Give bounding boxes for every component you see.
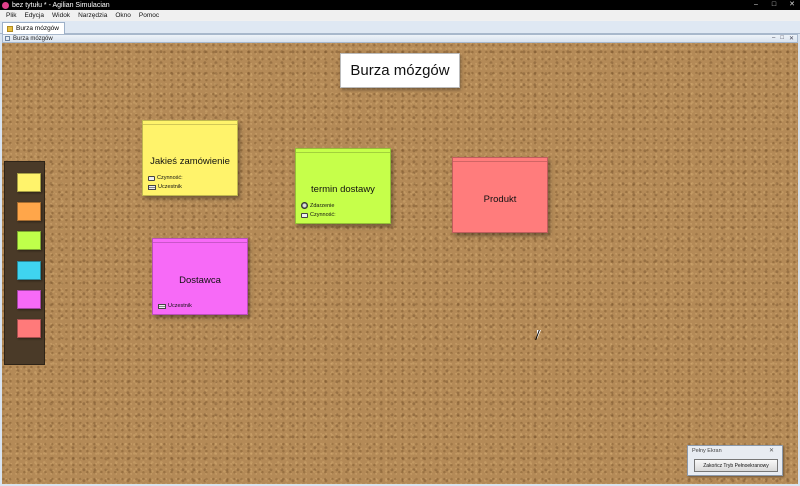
tab-burza-mozgow[interactable]: Burza mózgów (2, 22, 65, 34)
mouse-cursor-icon (537, 330, 545, 339)
document-tab-bar: Burza mózgów (0, 21, 800, 34)
swatch-cyan[interactable] (17, 261, 41, 280)
note-row-label: Uczestnik (168, 303, 192, 309)
diagram-frame-header: Burza mózgów – □ ✕ (2, 34, 798, 43)
note-strip (296, 149, 390, 153)
note-strip (453, 158, 547, 162)
note-color-palette (4, 161, 45, 365)
menu-widok[interactable]: Widok (52, 12, 70, 19)
sticky-note-dostawca[interactable]: Dostawca Uczestnik (152, 238, 248, 315)
note-row: Uczestnik (158, 303, 192, 309)
tab-label: Burza mózgów (16, 25, 59, 32)
note-row: Czynność: (301, 212, 336, 218)
note-strip (143, 121, 237, 125)
menu-bar: Plik Edycja Widok Narzędzia Okno Pomoc (0, 10, 800, 21)
title-bar[interactable]: bez tytułu * - Agilian Simulacian – □ ✕ (0, 0, 800, 10)
note-row: Zdarzenie (301, 202, 334, 209)
activity-icon (148, 175, 155, 181)
board-title[interactable]: Burza mózgów (340, 53, 460, 88)
note-title: Dostawca (179, 275, 221, 286)
fullscreen-toolbar: Pełny Ekran ✕ Zakończ Tryb Pełnoekranowy (687, 445, 783, 476)
menu-okno[interactable]: Okno (115, 12, 131, 19)
menu-edycja[interactable]: Edycja (24, 12, 44, 19)
fullscreen-title: Pełny Ekran (692, 448, 722, 454)
note-row-label: Czynność: (157, 175, 183, 181)
note-row-label: Czynność: (310, 212, 336, 218)
event-icon (301, 202, 308, 209)
sticky-note-termin-dostawy[interactable]: termin dostawy Zdarzenie Czynność: (295, 148, 391, 224)
swatch-red[interactable] (17, 319, 41, 338)
note-title: termin dostawy (311, 184, 375, 195)
close-icon[interactable]: ✕ (769, 447, 774, 454)
sticky-note-jakies-zamowienie[interactable]: Jakieś zamówienie Czynność: Uczestnik (142, 120, 238, 196)
frame-icon (5, 36, 10, 41)
window-controls: – □ ✕ (752, 1, 796, 9)
cork-board[interactable]: Burza mózgów Jakieś zamówienie Czynność:… (2, 43, 798, 484)
frame-title: Burza mózgów (13, 35, 53, 42)
menu-narzedzia[interactable]: Narzędzia (78, 12, 107, 19)
minimize-icon[interactable]: – (752, 1, 760, 9)
note-row: Czynność: (148, 175, 183, 181)
menu-plik[interactable]: Plik (6, 12, 16, 19)
note-row: Uczestnik (148, 184, 182, 190)
note-row-label: Zdarzenie (310, 202, 335, 209)
swatch-yellow[interactable] (17, 173, 41, 192)
swatch-magenta[interactable] (17, 290, 41, 309)
note-title: Produkt (483, 194, 517, 205)
app-window: bez tytułu * - Agilian Simulacian – □ ✕ … (0, 0, 800, 486)
activity-icon (301, 212, 308, 218)
participant-icon (158, 303, 166, 309)
maximize-icon[interactable]: □ (770, 1, 778, 9)
frame-close-icon[interactable]: ✕ (789, 35, 794, 42)
note-title: Jakieś zamówienie (150, 156, 230, 167)
frame-minimize-icon[interactable]: – (772, 35, 775, 42)
participant-icon (148, 184, 156, 190)
frame-maximize-icon[interactable]: □ (780, 35, 784, 42)
menu-pomoc[interactable]: Pomoc (139, 12, 159, 19)
exit-fullscreen-button[interactable]: Zakończ Tryb Pełnoekranowy (694, 459, 778, 472)
close-icon[interactable]: ✕ (788, 1, 796, 9)
window-title: bez tytułu * - Agilian Simulacian (12, 1, 110, 9)
note-strip (153, 239, 247, 243)
app-icon (2, 1, 9, 9)
swatch-orange[interactable] (17, 202, 41, 221)
swatch-green[interactable] (17, 231, 41, 250)
note-row-label: Uczestnik (158, 184, 182, 190)
diagram-icon (7, 25, 13, 32)
frame-controls: – □ ✕ (772, 35, 794, 42)
sticky-note-produkt[interactable]: Produkt (452, 157, 548, 233)
